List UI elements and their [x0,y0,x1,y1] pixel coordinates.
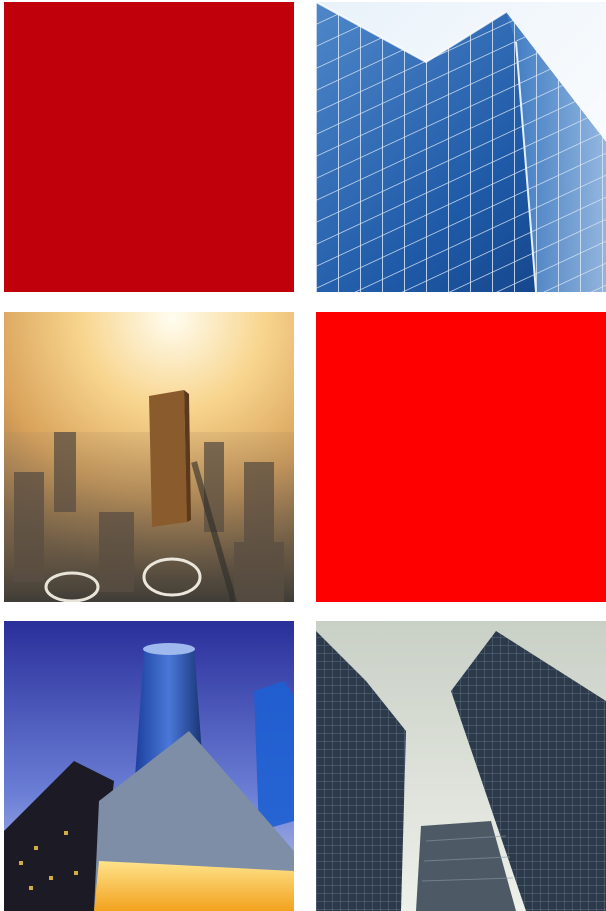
bright-red-block [316,312,606,602]
glass-building-photo [316,2,606,292]
dark-red-block [4,2,294,292]
city-aerial-photo [4,312,294,602]
skyscrapers-night-photo [4,621,294,911]
grey-skyscrapers-photo [316,621,606,911]
